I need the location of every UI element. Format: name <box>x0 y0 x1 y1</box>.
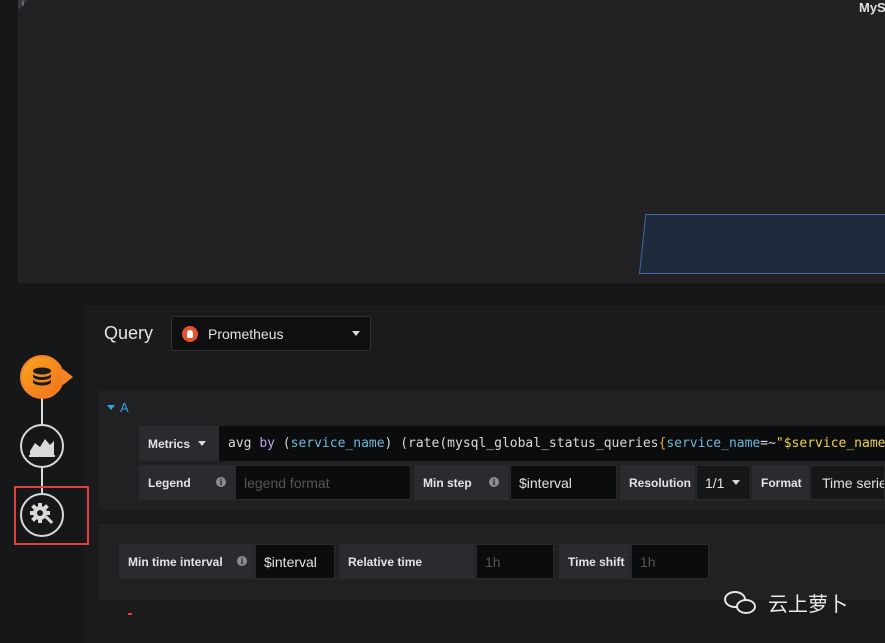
legend-label-text: Legend <box>148 475 191 490</box>
database-icon <box>33 367 51 386</box>
format-select[interactable]: Time series <box>810 465 885 500</box>
wechat-icon <box>724 589 760 617</box>
query-heading: Query <box>104 323 154 343</box>
min-step-label-text: Min step <box>423 475 472 490</box>
graph-series-area <box>639 214 885 274</box>
min-step-label: Min step i <box>414 465 509 500</box>
chevron-down-icon <box>352 331 360 336</box>
query-ref-id[interactable]: A <box>120 400 129 415</box>
prometheus-icon <box>182 325 198 342</box>
chevron-down-icon <box>732 480 741 485</box>
legend-label: Legend i <box>139 465 235 500</box>
time-shift-label: Time shift <box>559 544 630 579</box>
expression-token: by <box>259 436 275 451</box>
active-step-pointer <box>63 369 73 385</box>
metrics-expression-input[interactable]: avg by (service_name) (rate (mysql_global… <box>219 426 885 461</box>
resolution-label: Resolution <box>620 465 695 500</box>
expression-token: rate <box>408 436 440 451</box>
info-icon[interactable]: i <box>489 477 499 487</box>
min-step-input[interactable]: $interval <box>510 465 617 500</box>
resolution-select[interactable]: 1/1 <box>696 465 751 500</box>
expression-token: avg <box>228 436 260 451</box>
panel-info-icon[interactable]: i <box>22 0 24 8</box>
collapse-caret-icon[interactable] <box>107 405 115 410</box>
time-shift-input[interactable]: 1h <box>631 544 709 579</box>
min-interval-label-text: Min time interval <box>128 554 223 569</box>
watermark: 云上萝卜 <box>724 588 848 617</box>
step-connector <box>41 398 43 426</box>
info-icon[interactable]: i <box>216 477 226 487</box>
error-marker <box>128 613 132 615</box>
metrics-label: Metrics <box>148 436 191 451</box>
expression-token: service_name <box>290 436 385 451</box>
expression-token: (mysql_global_status_queries <box>439 436 659 451</box>
expression-token: { <box>658 436 667 451</box>
legend-input[interactable]: legend format <box>235 465 411 500</box>
metrics-dropdown[interactable]: Metrics <box>139 426 219 461</box>
relative-time-label: Relative time <box>339 544 475 579</box>
watermark-text: 云上萝卜 <box>768 592 848 616</box>
datasource-name: Prometheus <box>208 325 284 342</box>
resolution-value: 1/1 <box>705 474 725 491</box>
expression-token: service_name <box>666 436 761 451</box>
info-icon[interactable]: i <box>237 556 247 566</box>
chevron-down-icon <box>198 441 207 446</box>
highlight-box <box>14 486 89 545</box>
chart-area-icon <box>29 439 55 457</box>
expression-token: ) ( <box>384 436 409 451</box>
expression-token: ( <box>274 436 291 451</box>
relative-time-input[interactable]: 1h <box>476 544 554 579</box>
step-visualization[interactable] <box>20 424 64 468</box>
panel-title: MyS <box>859 0 885 15</box>
expression-token: =~ <box>760 436 776 451</box>
format-label: Format <box>752 465 809 500</box>
datasource-picker[interactable]: Prometheus <box>171 316 371 351</box>
expression-token: "$service_name" <box>775 436 885 451</box>
min-interval-input[interactable]: $interval <box>255 544 335 579</box>
step-queries[interactable] <box>20 355 64 399</box>
min-interval-label: Min time interval i <box>119 544 254 579</box>
